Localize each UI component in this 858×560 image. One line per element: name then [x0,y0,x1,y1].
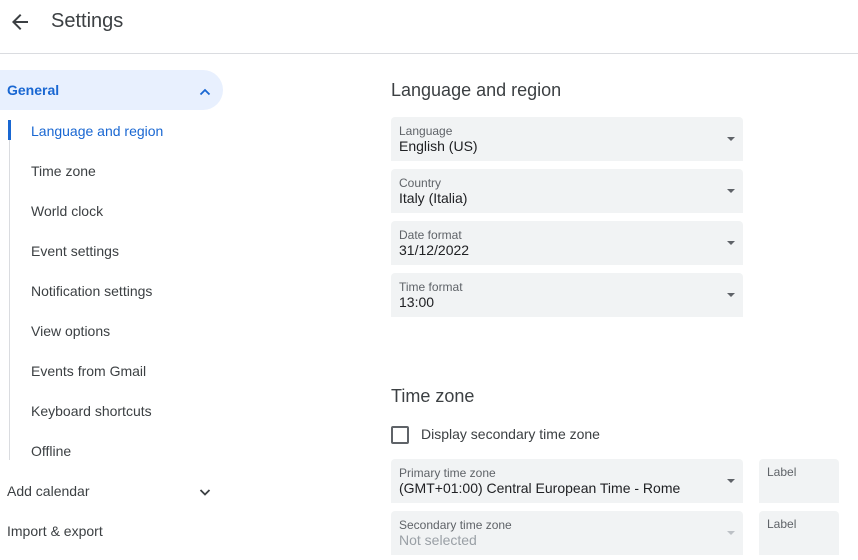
field-label: Time format [399,280,463,294]
country-select[interactable]: Country Italy (Italia) [391,169,743,213]
field-label: Secondary time zone [399,518,512,532]
field-value: Italy (Italia) [399,190,468,206]
sidebar-item-time-zone[interactable]: Time zone [31,163,96,179]
dropdown-arrow-icon [727,479,735,483]
field-label: Date format [399,228,462,242]
sidebar-item-notification-settings[interactable]: Notification settings [31,283,152,299]
dropdown-arrow-icon [727,137,735,141]
chevron-up-icon [199,88,211,96]
field-label: Primary time zone [399,466,496,480]
sidebar-item-event-settings[interactable]: Event settings [31,243,119,259]
dropdown-arrow-icon [727,189,735,193]
primary-time-zone-label-input[interactable]: Label [759,459,839,503]
label-placeholder: Label [767,517,797,531]
sidebar-item-general[interactable]: General [0,70,223,110]
sidebar-item-import-export[interactable]: Import & export [7,523,103,539]
primary-time-zone-select[interactable]: Primary time zone (GMT+01:00) Central Eu… [391,459,743,503]
label-placeholder: Label [767,465,797,479]
sub-nav-divider [9,120,10,460]
back-button[interactable] [8,10,32,34]
sidebar-item-add-calendar[interactable]: Add calendar [7,483,90,499]
secondary-time-zone-checkbox[interactable] [391,426,409,444]
sidebar-item-language-and-region[interactable]: Language and region [31,123,163,139]
dropdown-arrow-icon [727,531,735,535]
sidebar-item-label: General [7,82,60,98]
sidebar-item-offline[interactable]: Offline [31,443,71,459]
field-label: Country [399,176,442,190]
arrow-back-icon [12,14,28,30]
time-format-select[interactable]: Time format 13:00 [391,273,743,317]
section-title-time-zone: Time zone [391,386,475,406]
sidebar-item-view-options[interactable]: View options [31,323,110,339]
field-value: Not selected [399,532,477,548]
sidebar-item-keyboard-shortcuts[interactable]: Keyboard shortcuts [31,403,152,419]
language-select[interactable]: Language English (US) [391,117,743,161]
chevron-down-icon[interactable] [197,484,213,500]
field-value: 31/12/2022 [399,242,470,258]
dropdown-arrow-icon [727,293,735,297]
sidebar-item-world-clock[interactable]: World clock [31,203,103,219]
checkbox-label: Display secondary time zone [421,426,600,442]
date-format-select[interactable]: Date format 31/12/2022 [391,221,743,265]
page-title: Settings [51,10,124,32]
active-indicator [8,120,11,140]
section-title-language-region: Language and region [391,80,562,100]
sidebar-item-events-from-gmail[interactable]: Events from Gmail [31,363,146,379]
field-value: 13:00 [399,294,435,310]
dropdown-arrow-icon [727,241,735,245]
field-label: Language [399,124,453,138]
secondary-time-zone-label-input[interactable]: Label [759,511,839,555]
field-value: English (US) [399,138,478,154]
secondary-time-zone-select: Secondary time zone Not selected [391,511,743,555]
top-bar: Settings [0,0,858,54]
field-value: (GMT+01:00) Central European Time - Rome [399,480,681,496]
